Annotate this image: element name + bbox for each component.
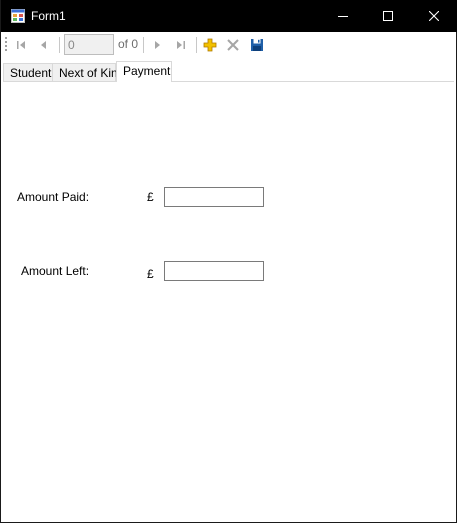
amount-left-input[interactable] (164, 261, 264, 281)
move-previous-button[interactable] (35, 36, 53, 54)
amount-paid-currency: £ (147, 190, 154, 204)
app-icon (11, 9, 25, 23)
tab-next-of-kin[interactable]: Next of Kin (52, 63, 118, 82)
payment-tab-page (3, 81, 454, 521)
move-first-button[interactable] (12, 36, 30, 54)
amount-left-currency: £ (147, 267, 154, 281)
count-label: of 0 (118, 37, 139, 51)
amount-paid-input[interactable] (164, 187, 264, 207)
binding-navigator: of 0 (1, 32, 456, 57)
tab-strip: Student Next of Kin Payment (3, 61, 454, 82)
delete-button[interactable] (224, 36, 242, 54)
add-new-button[interactable] (201, 36, 219, 54)
form1-window: Form1 of 0 (0, 0, 457, 523)
move-last-icon (177, 41, 185, 49)
move-last-button[interactable] (172, 36, 190, 54)
minimize-icon (338, 16, 348, 17)
amount-left-label: Amount Left: (21, 264, 90, 278)
move-next-button[interactable] (148, 36, 166, 54)
position-input[interactable] (64, 34, 114, 55)
close-icon (429, 11, 439, 21)
maximize-button[interactable] (365, 0, 411, 32)
minimize-button[interactable] (320, 0, 366, 32)
save-icon (251, 39, 263, 51)
toolbar-separator (143, 37, 144, 53)
save-button[interactable] (248, 36, 266, 54)
window-title: Form1 (31, 9, 66, 23)
title-bar[interactable]: Form1 (1, 0, 457, 32)
toolbar-separator (59, 37, 60, 53)
tab-student[interactable]: Student (3, 63, 53, 82)
move-next-icon (155, 41, 160, 49)
close-button[interactable] (411, 0, 457, 32)
move-first-icon (17, 41, 25, 49)
maximize-icon (383, 11, 393, 21)
tab-payment[interactable]: Payment (116, 61, 172, 82)
amount-paid-label: Amount Paid: (17, 190, 90, 204)
toolbar-grip[interactable] (5, 37, 8, 53)
move-previous-icon (41, 41, 46, 49)
delete-icon (227, 39, 239, 51)
add-new-icon (203, 38, 217, 52)
toolbar-separator (196, 37, 197, 53)
